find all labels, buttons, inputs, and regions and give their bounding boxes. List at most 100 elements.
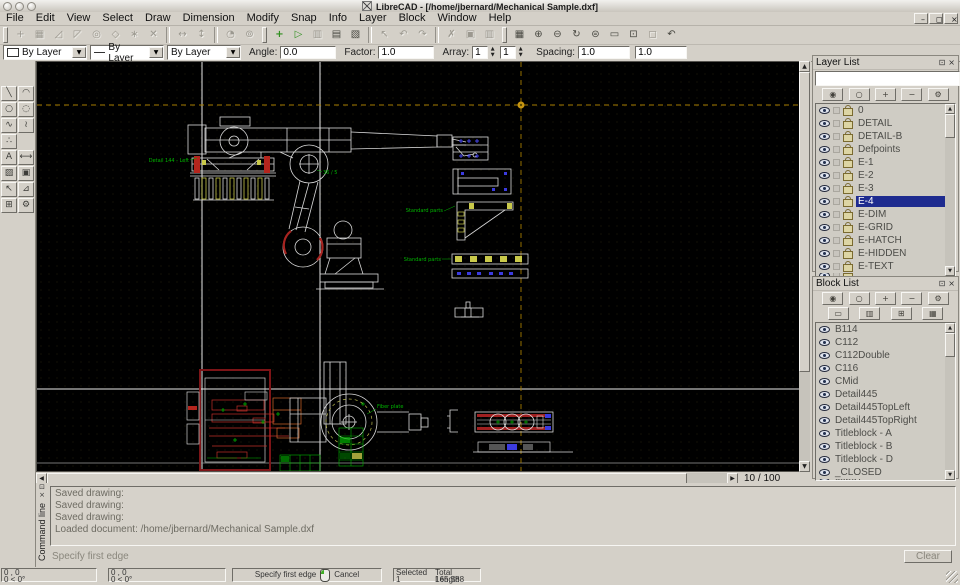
layer-lock-icon[interactable]	[843, 173, 853, 181]
scroll-down-icon[interactable]: ▼	[945, 266, 955, 276]
redo-icon[interactable]: ↷	[413, 27, 432, 43]
block-row[interactable]: Titleblock - A	[816, 427, 955, 440]
tool-hatch-icon[interactable]: ▨	[1, 166, 17, 181]
layer-lock-icon[interactable]	[843, 160, 853, 168]
add-layer-icon[interactable]: +	[875, 88, 896, 101]
menu-item[interactable]: Info	[323, 12, 353, 25]
edit-layer-icon[interactable]: ⚙	[928, 88, 949, 101]
remove-block-icon[interactable]: −	[901, 292, 922, 305]
restrict-horizontal-icon[interactable]: ↔	[173, 27, 192, 43]
pointer-icon[interactable]: ↖	[375, 27, 394, 43]
layer-lock-icon[interactable]	[843, 147, 853, 155]
factor-input[interactable]	[378, 46, 434, 59]
layer-visibility-icon[interactable]	[819, 224, 830, 231]
show-all-layers-icon[interactable]: ◉	[822, 88, 843, 101]
hide-all-blocks-icon[interactable]: ○	[849, 292, 870, 305]
layer-lock-icon[interactable]	[843, 212, 853, 220]
layer-construction-icon[interactable]	[833, 263, 840, 270]
spin-down-icon[interactable]: ▼	[488, 53, 497, 59]
block-visibility-icon[interactable]	[819, 391, 830, 398]
save-file-icon[interactable]: ▥	[308, 27, 327, 43]
tool-dimension-icon[interactable]: ⟷	[18, 150, 34, 165]
scroll-right-icon[interactable]: ▶	[727, 473, 738, 484]
tool-line-icon[interactable]: ╲	[1, 86, 17, 101]
layer-list-scrollbar[interactable]: ▲ ▼	[945, 104, 955, 276]
copy-icon[interactable]: ▣	[461, 27, 480, 43]
set-relative-zero-icon[interactable]: ⊚	[240, 27, 259, 43]
pen-width-combo[interactable]: By Layer ▼	[90, 45, 164, 60]
layer-visibility-icon[interactable]	[819, 250, 830, 257]
scroll-down-icon[interactable]: ▼	[799, 461, 810, 472]
panel-close-icon[interactable]: ×	[39, 491, 45, 499]
layer-lock-icon[interactable]	[843, 186, 853, 194]
snap-middle-icon[interactable]: ◇	[106, 27, 125, 43]
menu-item[interactable]: Edit	[30, 12, 61, 25]
layer-row[interactable]: 0	[816, 104, 955, 117]
vscroll-thumb[interactable]	[799, 72, 810, 372]
layer-lock-icon[interactable]	[843, 199, 853, 207]
layer-construction-icon[interactable]	[833, 146, 840, 153]
block-row[interactable]: _CLOSED	[816, 466, 955, 479]
layer-construction-icon[interactable]	[833, 120, 840, 127]
spacing-y-input[interactable]	[635, 46, 687, 59]
layer-visibility-icon[interactable]	[819, 198, 830, 205]
mdi-minimize-button[interactable]: –	[914, 13, 928, 24]
print-icon[interactable]: ▤	[327, 27, 346, 43]
show-all-blocks-icon[interactable]: ◉	[822, 292, 843, 305]
toggle-block-visibility-icon[interactable]: ▦	[922, 307, 943, 320]
layer-construction-icon[interactable]	[833, 159, 840, 166]
open-file-icon[interactable]: ▷	[289, 27, 308, 43]
menu-item[interactable]: Snap	[285, 12, 323, 25]
block-visibility-icon[interactable]	[819, 443, 830, 450]
layer-visibility-icon[interactable]	[819, 172, 830, 179]
lock-relative-zero-icon[interactable]: ◔	[221, 27, 240, 43]
toolbar-handle[interactable]	[262, 27, 267, 43]
block-visibility-icon[interactable]	[819, 430, 830, 437]
snap-grid-icon[interactable]: ▦	[30, 27, 49, 43]
pen-color-combo[interactable]: By Layer ▼	[3, 45, 87, 60]
snap-endpoint-icon[interactable]: ◿	[49, 27, 68, 43]
block-row[interactable]: C116	[816, 362, 955, 375]
menu-item[interactable]: Draw	[139, 12, 177, 25]
spacing-x-input[interactable]	[578, 46, 630, 59]
snap-on-entity-icon[interactable]: ◸	[68, 27, 87, 43]
layer-lock-icon[interactable]	[843, 134, 853, 142]
tool-spline-icon[interactable]: ∿	[1, 118, 17, 133]
command-input[interactable]: Specify first edge	[50, 551, 904, 562]
layer-row[interactable]: E-TEXT	[816, 260, 955, 273]
layer-lock-icon[interactable]	[843, 238, 853, 246]
layer-lock-icon[interactable]	[843, 264, 853, 272]
block-row[interactable]: Detail445TopRight	[816, 414, 955, 427]
panel-close-icon[interactable]: ×	[948, 279, 955, 288]
snap-distance-icon[interactable]: ∗	[125, 27, 144, 43]
tool-arc-icon[interactable]: ◠	[18, 86, 34, 101]
pen-linetype-combo[interactable]: By Layer ▼	[167, 45, 241, 60]
layer-row[interactable]: E-2	[816, 169, 955, 182]
block-visibility-icon[interactable]	[819, 456, 830, 463]
save-block-icon[interactable]: ▥	[859, 307, 880, 320]
tool-select-icon[interactable]: ↖	[1, 182, 17, 197]
undo-icon[interactable]: ↶	[394, 27, 413, 43]
tool-image-icon[interactable]: ▣	[18, 166, 34, 181]
block-row[interactable]: Detail445TopLeft	[816, 401, 955, 414]
block-visibility-icon[interactable]	[819, 339, 830, 346]
clear-button[interactable]: Clear	[904, 550, 952, 563]
menu-item[interactable]: Window	[431, 12, 482, 25]
menu-item[interactable]: File	[0, 12, 30, 25]
layer-row[interactable]: E-3	[816, 182, 955, 195]
zoom-pan-icon[interactable]: ⊡	[624, 27, 643, 43]
resize-grip[interactable]	[946, 571, 958, 583]
scroll-down-icon[interactable]: ▼	[945, 470, 955, 480]
panel-close-icon[interactable]: ×	[948, 58, 955, 67]
block-visibility-icon[interactable]	[819, 404, 830, 411]
restrict-vertical-icon[interactable]: ↕	[192, 27, 211, 43]
mdi-close-button[interactable]: ×	[944, 13, 958, 24]
zoom-page-icon[interactable]: ◻	[643, 27, 662, 43]
layer-visibility-icon[interactable]	[819, 159, 830, 166]
tool-measure-icon[interactable]: ⊿	[18, 182, 34, 197]
layer-row[interactable]: E-HATCH	[816, 234, 955, 247]
layer-visibility-icon[interactable]	[819, 133, 830, 140]
block-visibility-icon[interactable]	[819, 417, 830, 424]
vertical-scrollbar[interactable]: ▲ ▼	[799, 61, 810, 472]
layer-visibility-icon[interactable]	[819, 107, 830, 114]
